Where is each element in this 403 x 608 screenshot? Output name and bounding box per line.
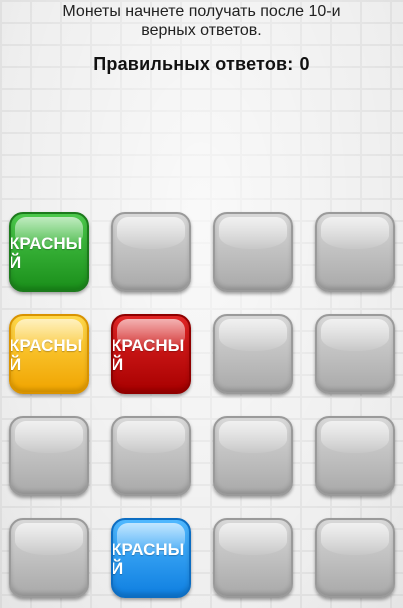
coins-hint-text: Монеты начнете получать после 10-и верны…: [62, 3, 341, 39]
tile-hidden[interactable]: [213, 212, 293, 292]
score-label: Правильных ответов:: [93, 54, 294, 74]
tile-hidden[interactable]: [315, 212, 395, 292]
score-value: 0: [299, 54, 310, 74]
tile-hidden[interactable]: [9, 518, 89, 598]
tile-label: КРАСНЫЙ: [111, 336, 185, 374]
game-header: Монеты начнете получать после 10-и верны…: [0, 0, 403, 75]
tile-label: КРАСНЫЙ: [9, 336, 83, 374]
tile-green[interactable]: КРАСНЫЙ: [9, 212, 89, 292]
tile-hidden[interactable]: [9, 416, 89, 496]
score-display: Правильных ответов: 0: [0, 54, 403, 75]
tile-red[interactable]: КРАСНЫЙ: [111, 314, 191, 394]
tile-hidden[interactable]: [315, 314, 395, 394]
tile-hidden[interactable]: [111, 212, 191, 292]
tile-hidden[interactable]: [213, 518, 293, 598]
tile-blue[interactable]: КРАСНЫЙ: [111, 518, 191, 598]
tile-yellow[interactable]: КРАСНЫЙ: [9, 314, 89, 394]
tile-hidden[interactable]: [213, 416, 293, 496]
tile-hidden[interactable]: [111, 416, 191, 496]
tile-label: КРАСНЫЙ: [9, 234, 83, 272]
tile-grid: КРАСНЫЙ КРАСНЫЙ КРАСНЫЙ КРАСНЫЙ: [9, 212, 395, 598]
tile-hidden[interactable]: [315, 416, 395, 496]
tile-hidden[interactable]: [315, 518, 395, 598]
tile-hidden[interactable]: [213, 314, 293, 394]
tile-label: КРАСНЫЙ: [111, 540, 185, 578]
